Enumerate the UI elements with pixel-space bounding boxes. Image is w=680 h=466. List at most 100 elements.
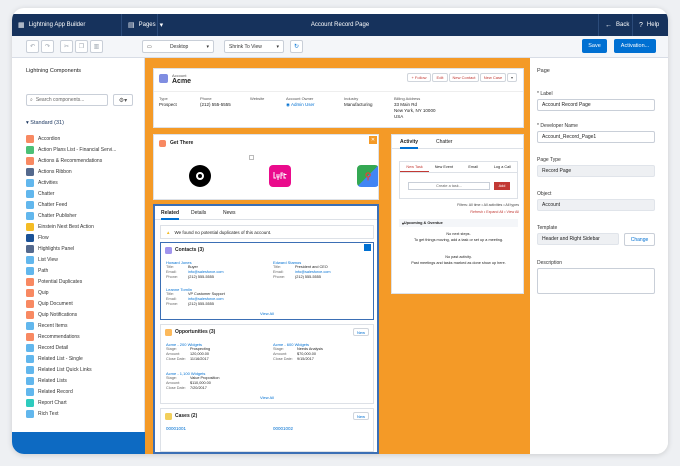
- component-item[interactable]: Quip Document: [26, 298, 145, 309]
- component-item[interactable]: Record Detail: [26, 342, 145, 353]
- refresh-button[interactable]: ↻: [290, 40, 303, 53]
- drag-handle-icon[interactable]: [364, 244, 371, 251]
- component-item[interactable]: Actions Ribbon: [26, 166, 145, 177]
- tab-details[interactable]: Details: [191, 210, 206, 216]
- label-input[interactable]: Account Record Page: [537, 99, 655, 111]
- developer-name-input[interactable]: Account_Record_Page1: [537, 131, 655, 143]
- component-label: Accordion: [38, 135, 61, 142]
- case-link[interactable]: 00001001: [166, 426, 186, 431]
- tab-new-event[interactable]: New Event: [429, 162, 458, 172]
- component-item[interactable]: Actions & Recommendations: [26, 155, 145, 166]
- follow-button[interactable]: + Follow: [407, 73, 431, 82]
- tab-new-task[interactable]: New Task: [400, 162, 430, 172]
- component-item[interactable]: Accordion: [26, 133, 145, 144]
- redo-button[interactable]: ↷: [41, 40, 54, 53]
- copy-button[interactable]: ❐: [75, 40, 88, 53]
- description-textarea[interactable]: [537, 268, 655, 294]
- component-item[interactable]: Recommendations: [26, 331, 145, 342]
- new-contact-button[interactable]: New Contact: [449, 73, 479, 82]
- contacts-related-list[interactable]: Contacts (3) Howard Jones Title: Buyer Emai…: [160, 242, 374, 320]
- tab-log-call[interactable]: Log a Call: [488, 162, 517, 172]
- component-item[interactable]: Chatter Feed: [26, 199, 145, 210]
- help-button[interactable]: ? Help: [632, 14, 668, 36]
- component-item[interactable]: Flow: [26, 232, 145, 243]
- related-tabs-card[interactable]: Related Details News ▲ We found no potent…: [153, 204, 379, 454]
- new-opportunity-button[interactable]: New: [352, 328, 369, 336]
- component-item[interactable]: Related Record: [26, 386, 145, 397]
- activity-card[interactable]: Activity Chatter New Task New Event Emai…: [391, 134, 524, 294]
- component-item[interactable]: Recent Items: [26, 320, 145, 331]
- device-select[interactable]: ▭ Desktop ▾: [142, 40, 214, 53]
- contacts-view-all[interactable]: View All: [161, 311, 373, 316]
- component-label: Path: [38, 267, 49, 274]
- cases-related-list[interactable]: Cases (2) New 00001001 00001002: [160, 408, 374, 452]
- highlights-panel[interactable]: Account Acme + Follow Edit New Contact N…: [153, 68, 524, 128]
- activation-button[interactable]: Activation...: [614, 39, 656, 53]
- google-maps-logo[interactable]: ⚲: [357, 165, 378, 187]
- add-task-button[interactable]: Add: [494, 182, 510, 190]
- task-input[interactable]: Create a task...: [408, 182, 490, 190]
- component-item[interactable]: Report Chart: [26, 397, 145, 408]
- component-item[interactable]: Quip Notifications: [26, 309, 145, 320]
- contact-tile[interactable]: Leanne Tomlin Title: VP Customer Support Em…: [166, 287, 266, 307]
- opportunity-tile[interactable]: Acme - 200 Widgets Stage: Prospecting Amoun…: [166, 342, 266, 362]
- activity-filters[interactable]: Filters: All time • All activities • All…: [457, 203, 519, 207]
- card-settings-icon[interactable]: ✕: [369, 136, 377, 144]
- upcoming-section[interactable]: ▾ Upcoming & Overdue: [399, 219, 518, 227]
- help-label: Help: [646, 22, 660, 28]
- view-select[interactable]: Shrink To View ▾: [224, 40, 284, 53]
- change-template-button[interactable]: Change: [624, 233, 655, 246]
- component-item[interactable]: Related Lists: [26, 375, 145, 386]
- opportunity-tile[interactable]: Acme - 600 Widgets Stage: Needs Analysis Am…: [273, 342, 373, 362]
- tab-news[interactable]: News: [223, 210, 236, 216]
- undo-button[interactable]: ↶: [26, 40, 39, 53]
- component-label: Flow: [38, 234, 49, 241]
- component-item[interactable]: Chatter Publisher: [26, 210, 145, 221]
- tab-chatter[interactable]: Chatter: [436, 139, 452, 145]
- cut-button[interactable]: ✂: [60, 40, 73, 53]
- contact-tile[interactable]: Howard Jones Title: Buyer Email: info@salesf…: [166, 260, 266, 280]
- opportunity-tile[interactable]: Acme - 1,100 Widgets Stage: Value Proposit…: [166, 371, 266, 391]
- save-button[interactable]: Save: [582, 39, 607, 53]
- tab-related[interactable]: Related: [161, 210, 180, 220]
- owner-field-value[interactable]: ◉ Admin User: [286, 102, 314, 108]
- type-field-label: Type: [159, 96, 168, 101]
- settings-button[interactable]: ⚙▾: [113, 94, 133, 106]
- component-item[interactable]: List View: [26, 254, 145, 265]
- edit-button[interactable]: Edit: [432, 73, 448, 82]
- search-input[interactable]: ⌕ Search components...: [26, 94, 108, 106]
- new-case-button[interactable]: New Case: [480, 73, 506, 82]
- more-actions-button[interactable]: ▾: [507, 73, 517, 82]
- opportunities-view-all[interactable]: View All: [161, 395, 373, 400]
- new-case-list-button[interactable]: New: [352, 412, 369, 420]
- component-item[interactable]: Highlights Panel: [26, 243, 145, 254]
- tab-activity[interactable]: Activity: [400, 139, 419, 149]
- contact-tile[interactable]: Edward Stamos Title: President and CEO Emai…: [273, 260, 373, 280]
- component-item[interactable]: Related List - Single: [26, 353, 145, 364]
- page-type-value: Record Page: [537, 165, 655, 177]
- opportunity-close-row: Close Date: 7/20/2017: [166, 386, 266, 391]
- component-item[interactable]: Rich Text: [26, 408, 145, 419]
- get-there-card[interactable]: Get There ✕ ⚲: [153, 134, 379, 200]
- case-link[interactable]: 00001002: [273, 426, 293, 431]
- component-item[interactable]: Action Plans List - Financial Servi...: [26, 144, 145, 155]
- component-item[interactable]: Path: [26, 265, 145, 276]
- component-item[interactable]: Related List Quick Links: [26, 364, 145, 375]
- component-item[interactable]: Activities: [26, 177, 145, 188]
- lyft-logo[interactable]: [269, 165, 291, 187]
- component-list: Accordion Action Plans List - Financial S…: [26, 133, 145, 419]
- tab-email[interactable]: Email: [459, 162, 488, 172]
- composer: New Task New Event Email Log a Call Crea…: [399, 161, 518, 199]
- uber-logo[interactable]: [189, 165, 211, 187]
- opportunities-related-list[interactable]: Opportunities (3) New Acme - 200 Widgets…: [160, 324, 374, 404]
- pages-menu[interactable]: ▤ Pages ▾: [122, 14, 163, 36]
- component-item[interactable]: Einstein Next Best Action: [26, 221, 145, 232]
- component-item[interactable]: Quip: [26, 287, 145, 298]
- activity-links[interactable]: Refresh • Expand All • View All: [470, 210, 519, 214]
- back-button[interactable]: ← Back: [598, 14, 632, 36]
- paste-button[interactable]: ▥: [90, 40, 103, 53]
- standard-section[interactable]: ▾ Standard (31): [26, 120, 64, 126]
- standard-section-label: Standard (31): [30, 120, 64, 126]
- component-item[interactable]: Chatter: [26, 188, 145, 199]
- component-item[interactable]: Potential Duplicates: [26, 276, 145, 287]
